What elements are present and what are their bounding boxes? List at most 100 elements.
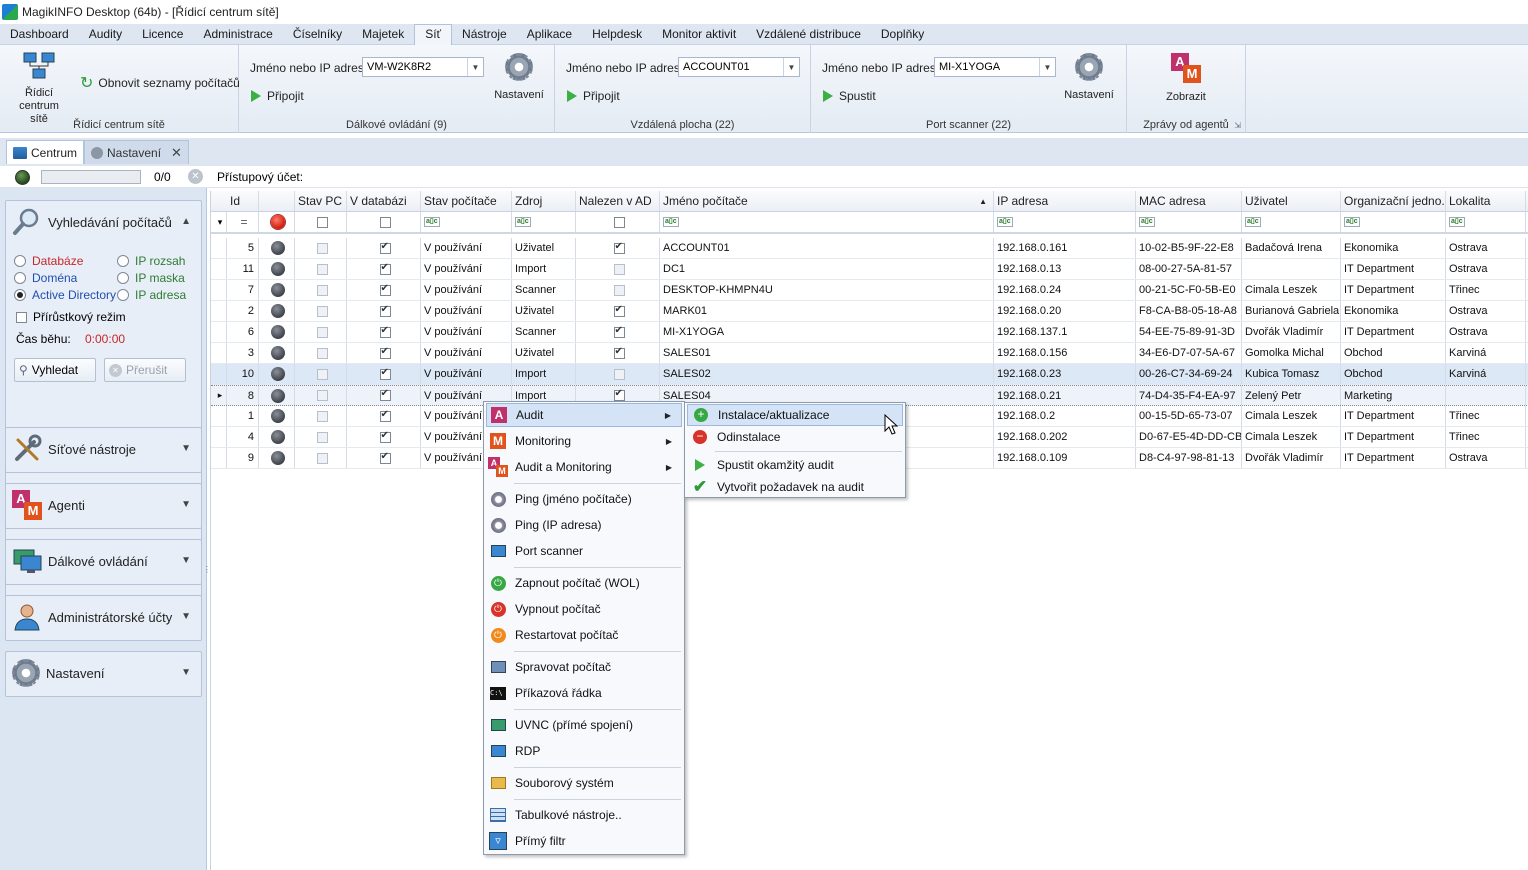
menu-tab-sit[interactable]: Síť [414, 24, 453, 45]
menu-tab-majetek[interactable]: Majetek [352, 24, 414, 45]
chevron-down-icon[interactable]: ▼ [1039, 58, 1055, 76]
menu-item-direct-filter[interactable]: ▿ Přímý filtr [486, 829, 682, 853]
menu-item-filesystem[interactable]: Souborový systém [486, 771, 682, 795]
close-icon[interactable]: ✕ [171, 145, 182, 161]
incremental-mode-checkbox[interactable]: Přírůstkový režim [16, 310, 126, 324]
menu-item-table-tools[interactable]: Tabulkové nástroje.. [486, 803, 682, 827]
submenu-item-install-update[interactable]: + Instalace/aktualizace [687, 404, 903, 426]
menu-tab-vzdalene-distribuce[interactable]: Vzdálené distribuce [746, 24, 871, 45]
menu-tab-helpdesk[interactable]: Helpdesk [582, 24, 652, 45]
menu-item-ping-ip[interactable]: Ping (IP adresa) [486, 513, 682, 537]
radio-ip-maska[interactable]: IP maska [117, 271, 185, 285]
column-header-uzivatel[interactable]: Uživatel [1242, 191, 1341, 211]
column-header-id[interactable]: Id [227, 191, 259, 211]
menu-tab-dashboard[interactable]: Dashboard [0, 24, 79, 45]
remote-control-connect-button[interactable]: Připojit [251, 89, 304, 103]
filter-status[interactable] [259, 212, 295, 232]
stop-button[interactable]: ✕ Přerušit [104, 358, 186, 382]
menu-item-uvnc[interactable]: UVNC (přímé spojení) [486, 713, 682, 737]
menu-item-wol[interactable]: ⏻ Zapnout počítač (WOL) [486, 571, 682, 595]
column-header-zdroj[interactable]: Zdroj [512, 191, 576, 211]
search-button[interactable]: ⚲ Vyhledat [14, 358, 96, 382]
submenu-item-run-audit[interactable]: Spustit okamžitý audit [687, 454, 903, 476]
table-row[interactable]: 6 V používáníScanner MI-X1YOGA192.168.137.… [211, 322, 1528, 343]
tab-nastaveni[interactable]: Nastavení ✕ [84, 140, 189, 164]
column-header-ip-adresa[interactable]: IP adresa [994, 191, 1136, 211]
menu-item-rdp[interactable]: RDP [486, 739, 682, 763]
filter-v-databazi[interactable] [347, 212, 421, 232]
tab-centrum[interactable]: Centrum [6, 140, 85, 164]
table-row[interactable]: 5 V používáníUživatel ACCOUNT01192.168.0.1… [211, 238, 1528, 259]
column-header-org-jednotka[interactable]: Organizační jedno... [1341, 191, 1446, 211]
filter-ip-adresa[interactable]: a▯c [994, 212, 1136, 232]
filter-jmeno-pocitace[interactable]: a▯c [660, 212, 994, 232]
panel-settings[interactable]: Nastavení ▼ [5, 651, 202, 697]
submenu-item-uninstall[interactable]: − Odinstalace [687, 426, 903, 448]
column-header-lokalita[interactable]: Lokalita [1446, 191, 1526, 211]
filter-icon[interactable]: ▾ [211, 212, 227, 232]
menu-item-audit-monitoring[interactable]: AM Audit a Monitoring ▶ [486, 455, 682, 479]
filter-id[interactable]: = [227, 212, 259, 232]
remote-control-combo[interactable]: ▼ [362, 57, 484, 77]
remote-desktop-input[interactable] [679, 58, 783, 76]
menu-tab-administrace[interactable]: Administrace [193, 24, 282, 45]
panel-agents[interactable]: A M Agenti ▼ [5, 483, 202, 529]
menu-item-port-scanner[interactable]: Port scanner [486, 539, 682, 563]
remote-control-input[interactable] [363, 58, 467, 76]
chevron-down-icon[interactable]: ▼ [783, 58, 799, 76]
agent-messages-show-button[interactable]: A M Zobrazit [1157, 53, 1215, 104]
panel-remote-control[interactable]: Dálkové ovládání ▼ [5, 539, 202, 585]
filter-zdroj[interactable]: a▯c [512, 212, 576, 232]
port-scanner-combo[interactable]: ▼ [934, 57, 1056, 77]
filter-stav-pocitace[interactable]: a▯c [421, 212, 512, 232]
filter-lokalita[interactable]: a▯c [1446, 212, 1526, 232]
radio-databaze[interactable]: Databáze [14, 254, 83, 268]
menu-item-audit[interactable]: A Audit ▶ [486, 403, 682, 427]
search-panel-header[interactable]: Vyhledávání počítačů ▲ [6, 201, 201, 243]
column-header-v-databazi[interactable]: V databázi [347, 191, 421, 211]
menu-item-manage[interactable]: Spravovat počítač [486, 655, 682, 679]
radio-domena[interactable]: Doména [14, 271, 77, 285]
menu-item-cmd[interactable]: C:\ Příkazová řádka [486, 681, 682, 705]
column-header-nalezen-v-ad[interactable]: Nalezen v AD [576, 191, 660, 211]
table-row[interactable]: 7 V používáníScanner DESKTOP-KHMPN4U192.16… [211, 280, 1528, 301]
radio-ip-adresa[interactable]: IP adresa [117, 288, 186, 302]
menu-tab-audity[interactable]: Audity [79, 24, 132, 45]
panel-admin-accounts[interactable]: Administrátorské účty ▼ [5, 595, 202, 641]
radio-active-directory[interactable]: Active Directory [14, 288, 116, 302]
filter-mac-adresa[interactable]: a▯c [1136, 212, 1242, 232]
menu-item-monitoring[interactable]: M Monitoring ▶ [486, 429, 682, 453]
table-row[interactable]: 10 V používáníImport SALES02192.168.0.2300… [211, 364, 1528, 385]
refresh-lists-button[interactable]: ↻ Obnovit seznamy počítačů [80, 73, 240, 93]
port-scanner-input[interactable] [935, 58, 1039, 76]
control-center-button[interactable]: Řídicí centrum sítě [6, 51, 72, 126]
table-row[interactable]: 11 V používáníImport DC1192.168.0.1308-00-… [211, 259, 1528, 280]
cancel-icon[interactable]: ✕ [188, 169, 203, 184]
menu-tab-ciselniky[interactable]: Číselníky [283, 24, 352, 45]
table-row[interactable]: 3 V používáníUživatel SALES01192.168.0.156… [211, 343, 1528, 364]
column-header-jmeno-pocitace[interactable]: Jméno počítače ▲ [660, 191, 994, 211]
remote-control-settings-button[interactable]: Nastavení [491, 53, 547, 102]
remote-desktop-connect-button[interactable]: Připojit [567, 89, 620, 103]
column-header-mac-adresa[interactable]: MAC adresa [1136, 191, 1242, 211]
menu-item-ping-name[interactable]: Ping (jméno počítače) [486, 487, 682, 511]
filter-uzivatel[interactable]: a▯c [1242, 212, 1341, 232]
radio-ip-rozsah[interactable]: IP rozsah [117, 254, 185, 268]
table-row[interactable]: 2 V používáníUživatel MARK01192.168.0.20F8… [211, 301, 1528, 322]
panel-network-tools[interactable]: Síťové nástroje ▼ [5, 427, 202, 473]
filter-stav-pc[interactable] [295, 212, 347, 232]
menu-tab-doplnky[interactable]: Doplňky [871, 24, 934, 45]
menu-item-restart[interactable]: ⏻ Restartovat počítač [486, 623, 682, 647]
filter-org-jednotka[interactable]: a▯c [1341, 212, 1446, 232]
column-header-status-icon[interactable] [259, 191, 295, 211]
dialog-launcher-icon[interactable]: ⇲ [1234, 121, 1241, 130]
menu-tab-monitor-aktivit[interactable]: Monitor aktivit [652, 24, 746, 45]
menu-tab-nastroje[interactable]: Nástroje [452, 24, 517, 45]
column-header-stav-pocitace[interactable]: Stav počítače [421, 191, 512, 211]
chevron-down-icon[interactable]: ▼ [467, 58, 483, 76]
port-scanner-run-button[interactable]: Spustit [823, 89, 876, 103]
menu-item-shutdown[interactable]: ⏻ Vypnout počítač [486, 597, 682, 621]
submenu-item-create-request[interactable]: ✔ Vytvořit požadavek na audit [687, 476, 903, 498]
menu-tab-aplikace[interactable]: Aplikace [517, 24, 582, 45]
menu-tab-licence[interactable]: Licence [132, 24, 193, 45]
